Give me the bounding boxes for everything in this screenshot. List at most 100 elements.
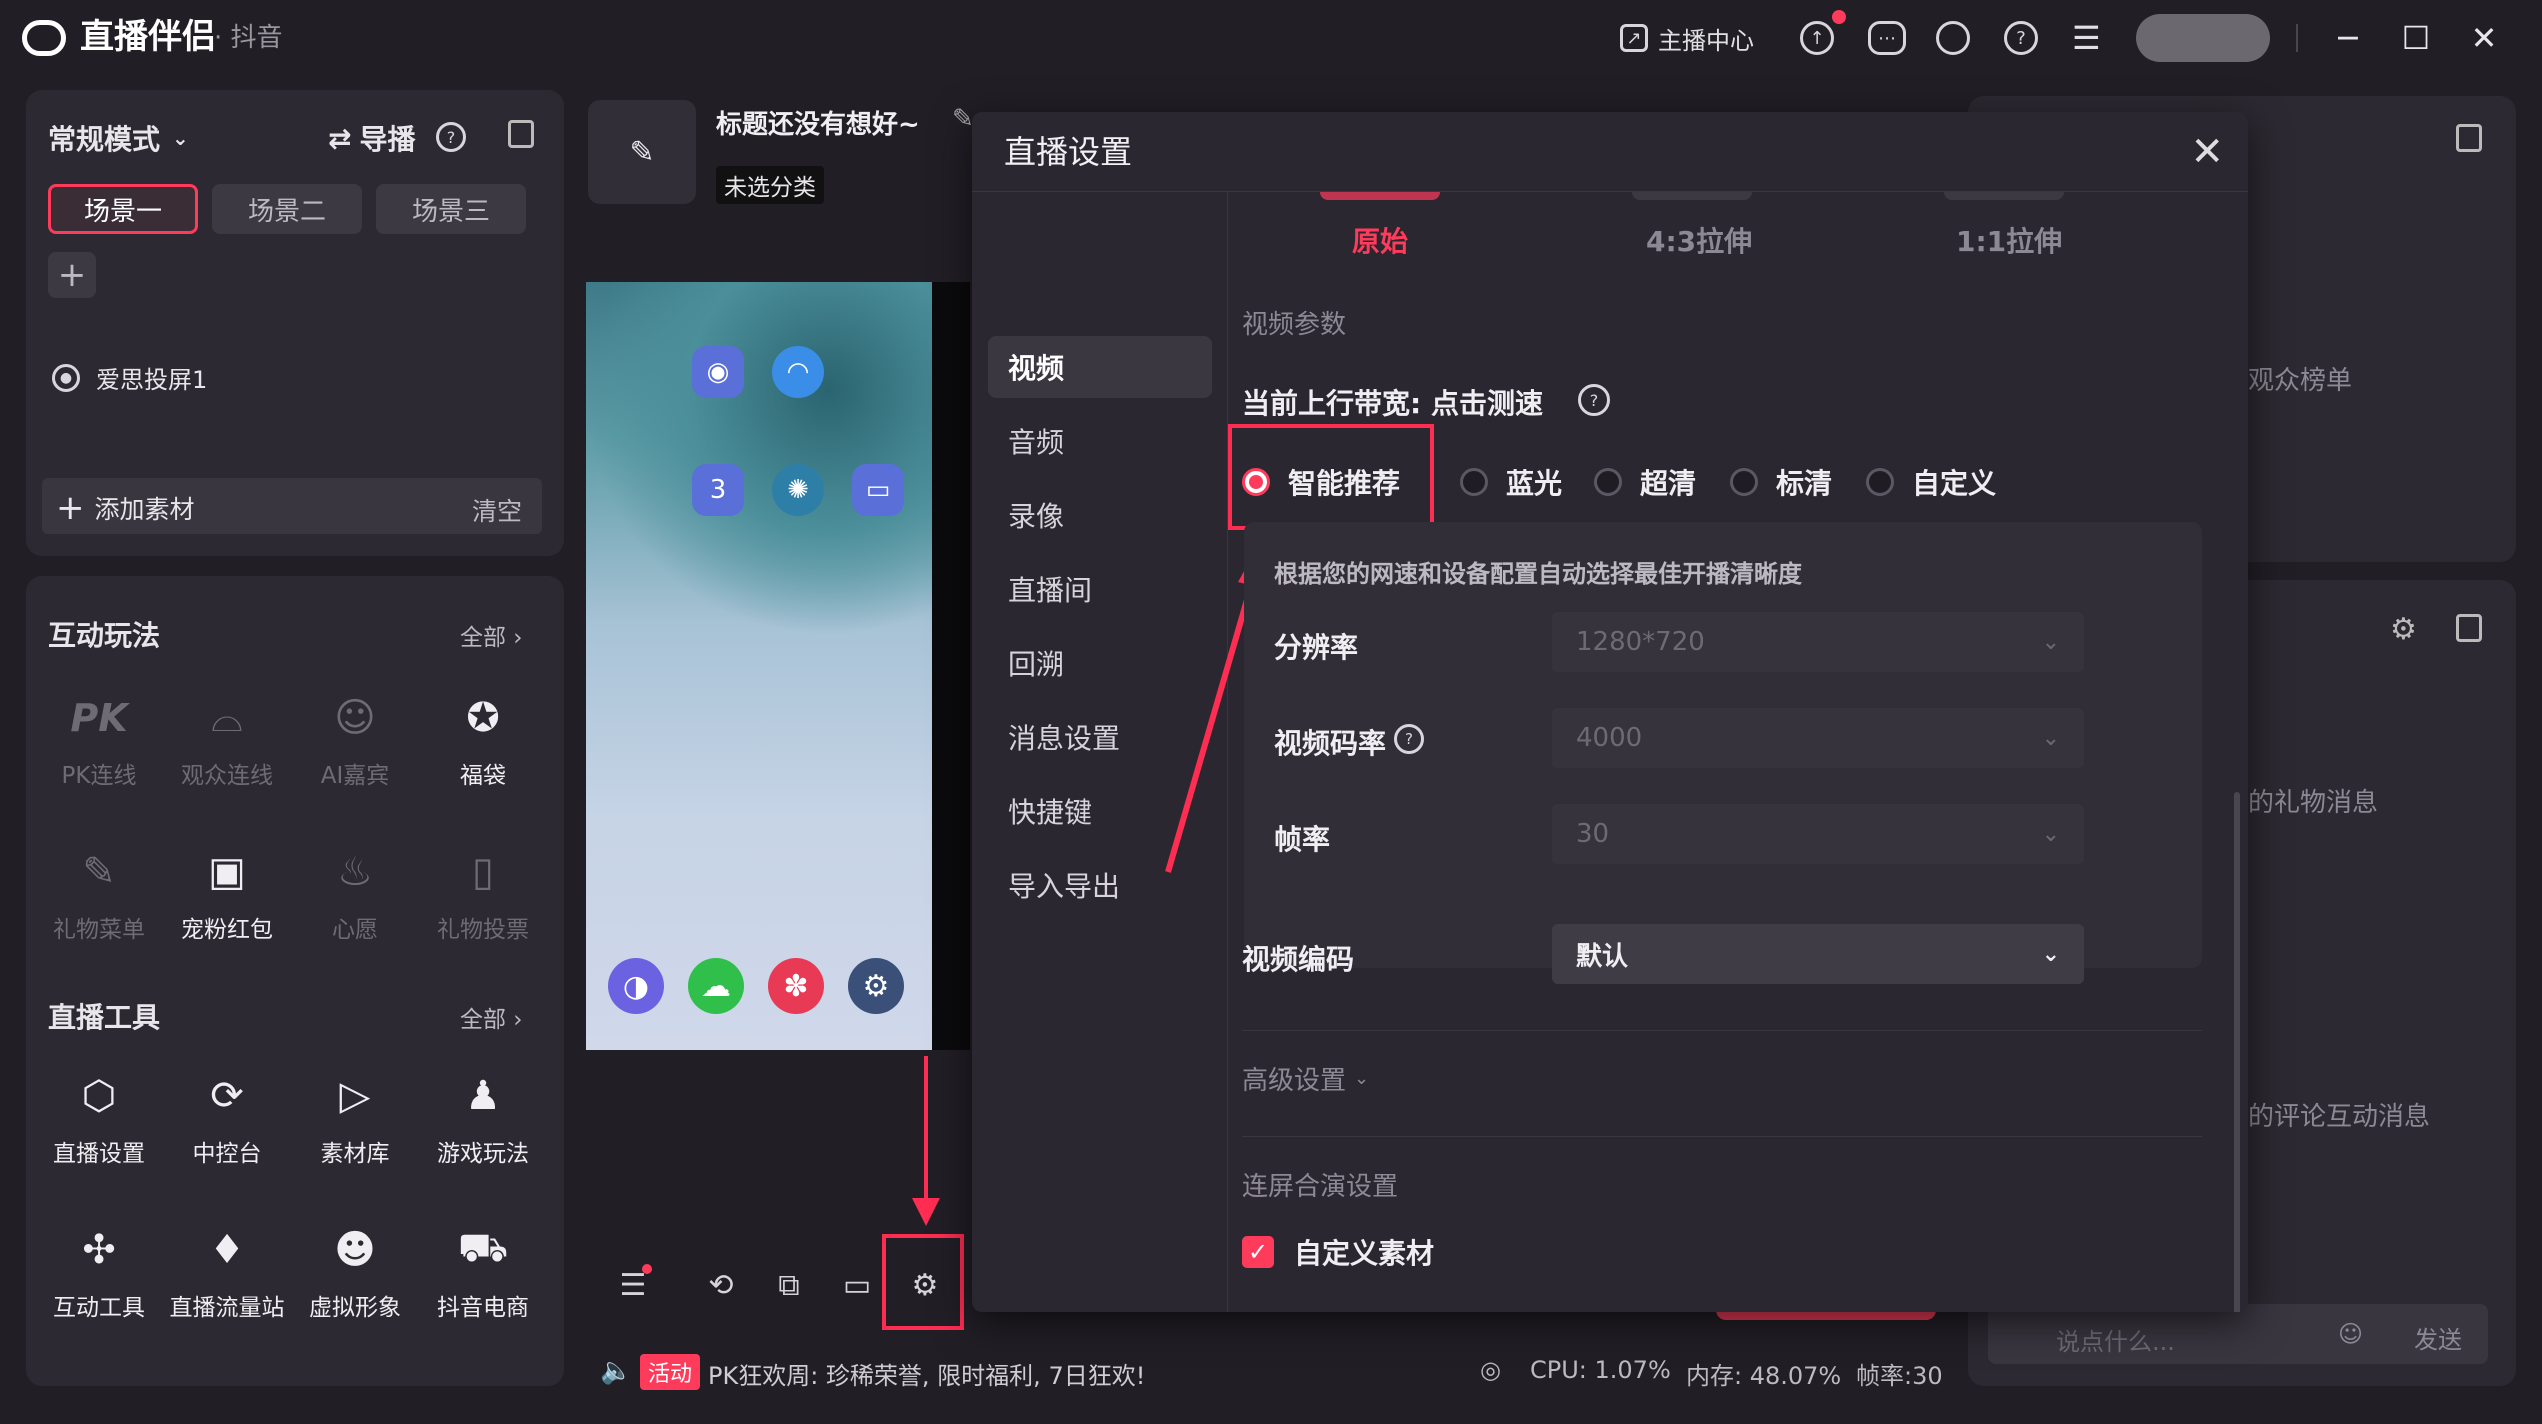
pk-link-item[interactable]: PK PK连线 (34, 690, 164, 790)
tab-original[interactable]: 原始 (1352, 220, 1408, 260)
close-window-button[interactable]: ✕ (2462, 16, 2506, 60)
upload-button[interactable]: ↑ (1800, 14, 1834, 62)
material-library-item[interactable]: ▷ 素材库 (290, 1068, 420, 1168)
chevron-down-icon: ⌄ (2041, 941, 2060, 967)
game-controller-button[interactable]: ⋯ (1868, 14, 1906, 62)
app-title: 直播伴侣 (80, 17, 216, 57)
edit-cover-button[interactable]: ✎ (588, 100, 696, 204)
interactive-tools-item[interactable]: ✣ 互动工具 (34, 1222, 164, 1322)
source-item[interactable]: ● 爱思投屏1 (52, 360, 207, 395)
resolution-select[interactable]: 1280*720 ⌄ (1552, 612, 2084, 672)
menu-button[interactable]: ☰ (2072, 14, 2101, 62)
rotate-icon[interactable]: ⟲ (698, 1262, 744, 1308)
dialog-close-button[interactable]: ✕ (2190, 130, 2224, 174)
mute-icon[interactable]: 🔈 (600, 1356, 632, 1386)
camera-icon[interactable]: ▭ (834, 1262, 880, 1308)
settings-gear-button[interactable]: ⚙ (902, 1262, 948, 1308)
custom-material-checkbox[interactable]: ✓ 自定义素材 (1242, 1232, 1434, 1272)
help-icon[interactable]: ? (1578, 384, 1610, 416)
radio-standard[interactable]: 标清 (1730, 462, 1832, 502)
bitrate-label: 视频码率 (1274, 727, 1387, 760)
help-button[interactable]: ? (2004, 14, 2038, 62)
host-center-button[interactable]: ↗ 主播中心 (1620, 14, 1754, 62)
category-tag[interactable]: 未选分类 (716, 166, 824, 204)
add-material-button[interactable]: + 添加素材 (56, 488, 195, 528)
dialog-header (972, 112, 2248, 192)
ecommerce-item[interactable]: ⛟ 抖音电商 (418, 1222, 548, 1322)
wish-icon: ♨ (337, 849, 373, 895)
tools-all-link[interactable]: 全部 › (460, 1000, 523, 1034)
comment-message-label: 的评论互动消息 (2248, 1102, 2431, 1132)
chevron-down-icon: ⌄ (1354, 1068, 1370, 1089)
radio-smart[interactable]: 智能推荐 (1242, 462, 1400, 502)
red-packet-icon: ▣ (208, 849, 246, 895)
virtual-avatar-item[interactable]: ☻ 虚拟形象 (290, 1222, 420, 1322)
console-item[interactable]: ⟳ 中控台 (162, 1068, 292, 1168)
stream-title[interactable]: 标题还没有想好~ (716, 104, 920, 141)
radio-ultra-hd[interactable]: 超清 (1594, 462, 1696, 502)
settings-content: 原始 4:3拉伸 1:1拉伸 视频参数 当前上行带宽: 点击测速 ? 智能推荐 … (1165, 192, 2248, 1312)
cart-icon: ⛟ (457, 1224, 509, 1271)
chat-input[interactable]: 说点什么... (2056, 1322, 2175, 1357)
add-scene-button[interactable]: + (48, 252, 96, 298)
performance-icon[interactable]: ◎ (1480, 1356, 1501, 1384)
bitrate-select[interactable]: 4000 ⌄ (1552, 708, 2084, 768)
app-icon: ◠ (772, 346, 824, 398)
scene-tab-1[interactable]: 场景一 (48, 184, 198, 234)
emoji-icon[interactable]: ☺ (2338, 1320, 2363, 1348)
tab-thumb (1632, 192, 1752, 200)
tab-1-1-stretch[interactable]: 1:1拉伸 (1956, 220, 2062, 260)
user-avatar[interactable] (2136, 14, 2270, 62)
minimize-button[interactable]: ─ (2326, 16, 2370, 60)
popout-icon[interactable] (2456, 124, 2482, 152)
game-item[interactable]: ♟ 游戏玩法 (418, 1068, 548, 1168)
live-settings-item[interactable]: ⬡ 直播设置 (34, 1068, 164, 1168)
tab-4-3-stretch[interactable]: 4:3拉伸 (1646, 220, 1752, 260)
gift-vote-item[interactable]: ▯ 礼物投票 (418, 844, 548, 944)
lucky-bag-item[interactable]: ✪ 福袋 (418, 690, 548, 790)
audience-link-item[interactable]: ⌓ 观众连线 (162, 690, 292, 790)
gift-menu-item[interactable]: ✎ 礼物菜单 (34, 844, 164, 944)
traffic-station-item[interactable]: ♦ 直播流量站 (162, 1222, 292, 1322)
console-icon: ⟳ (210, 1073, 244, 1119)
messages-button[interactable] (1936, 14, 1970, 62)
fps-select[interactable]: 30 ⌄ (1552, 804, 2084, 864)
radio-dot (1242, 468, 1270, 496)
edit-title-icon[interactable]: ✎ (952, 104, 974, 134)
guide-button[interactable]: ⇄ 导播 (328, 118, 415, 158)
material-library-icon: ▷ (339, 1073, 371, 1119)
popout-icon[interactable] (2456, 614, 2482, 642)
scene-tab-3[interactable]: 场景三 (376, 184, 526, 234)
red-packet-item[interactable]: ▣ 宠粉红包 (162, 844, 292, 944)
ai-guest-item[interactable]: ☺ AI嘉宾 (290, 690, 420, 790)
resolution-label: 分辨率 (1274, 631, 1359, 664)
radio-custom[interactable]: 自定义 (1866, 462, 1996, 502)
help-icon[interactable]: ? (1394, 724, 1424, 754)
activity-text[interactable]: PK狂欢周: 珍稀荣誉, 限时福利, 7日狂欢! (708, 1356, 1145, 1391)
help-icon[interactable]: ? (436, 122, 466, 152)
mirror-icon[interactable]: ⧉ (766, 1262, 812, 1308)
help-icon: ? (2004, 21, 2038, 55)
nav-video[interactable]: 视频 (988, 336, 1212, 398)
advanced-settings-toggle[interactable]: 高级设置 ⌄ (1242, 1060, 1369, 1097)
interact-all-link[interactable]: 全部 › (460, 618, 523, 652)
bandwidth-test-link[interactable]: 当前上行带宽: 点击测速 (1242, 382, 1543, 422)
chevron-down-icon: ⌄ (2041, 629, 2060, 655)
settings-icon[interactable]: ⚙ (2390, 612, 2417, 647)
encoder-select[interactable]: 默认 ⌄ (1552, 924, 2084, 984)
send-button[interactable]: 发送 (2414, 1320, 2462, 1355)
maximize-button[interactable]: ☐ (2394, 16, 2438, 60)
phone-screen-preview: ◉ ◠ 3 ✺ ▭ ◑ ☁ ✽ ⚙ (586, 282, 932, 1050)
notification-dot (1832, 10, 1846, 24)
clear-button[interactable]: 清空 (472, 492, 522, 528)
wish-item[interactable]: ♨ 心愿 (290, 844, 420, 944)
scene-tab-2[interactable]: 场景二 (212, 184, 362, 234)
radio-bluray[interactable]: 蓝光 (1460, 462, 1562, 502)
popout-icon[interactable] (508, 120, 534, 148)
activity-badge[interactable]: 活动 (640, 1354, 701, 1390)
dialog-scrollbar[interactable] (2234, 792, 2240, 1312)
nav-audio[interactable]: 音频 (988, 410, 1212, 472)
mode-select[interactable]: 常规模式 ⌄ (48, 118, 189, 158)
tab-indicator (1320, 192, 1440, 200)
app-logo-icon (22, 20, 66, 56)
